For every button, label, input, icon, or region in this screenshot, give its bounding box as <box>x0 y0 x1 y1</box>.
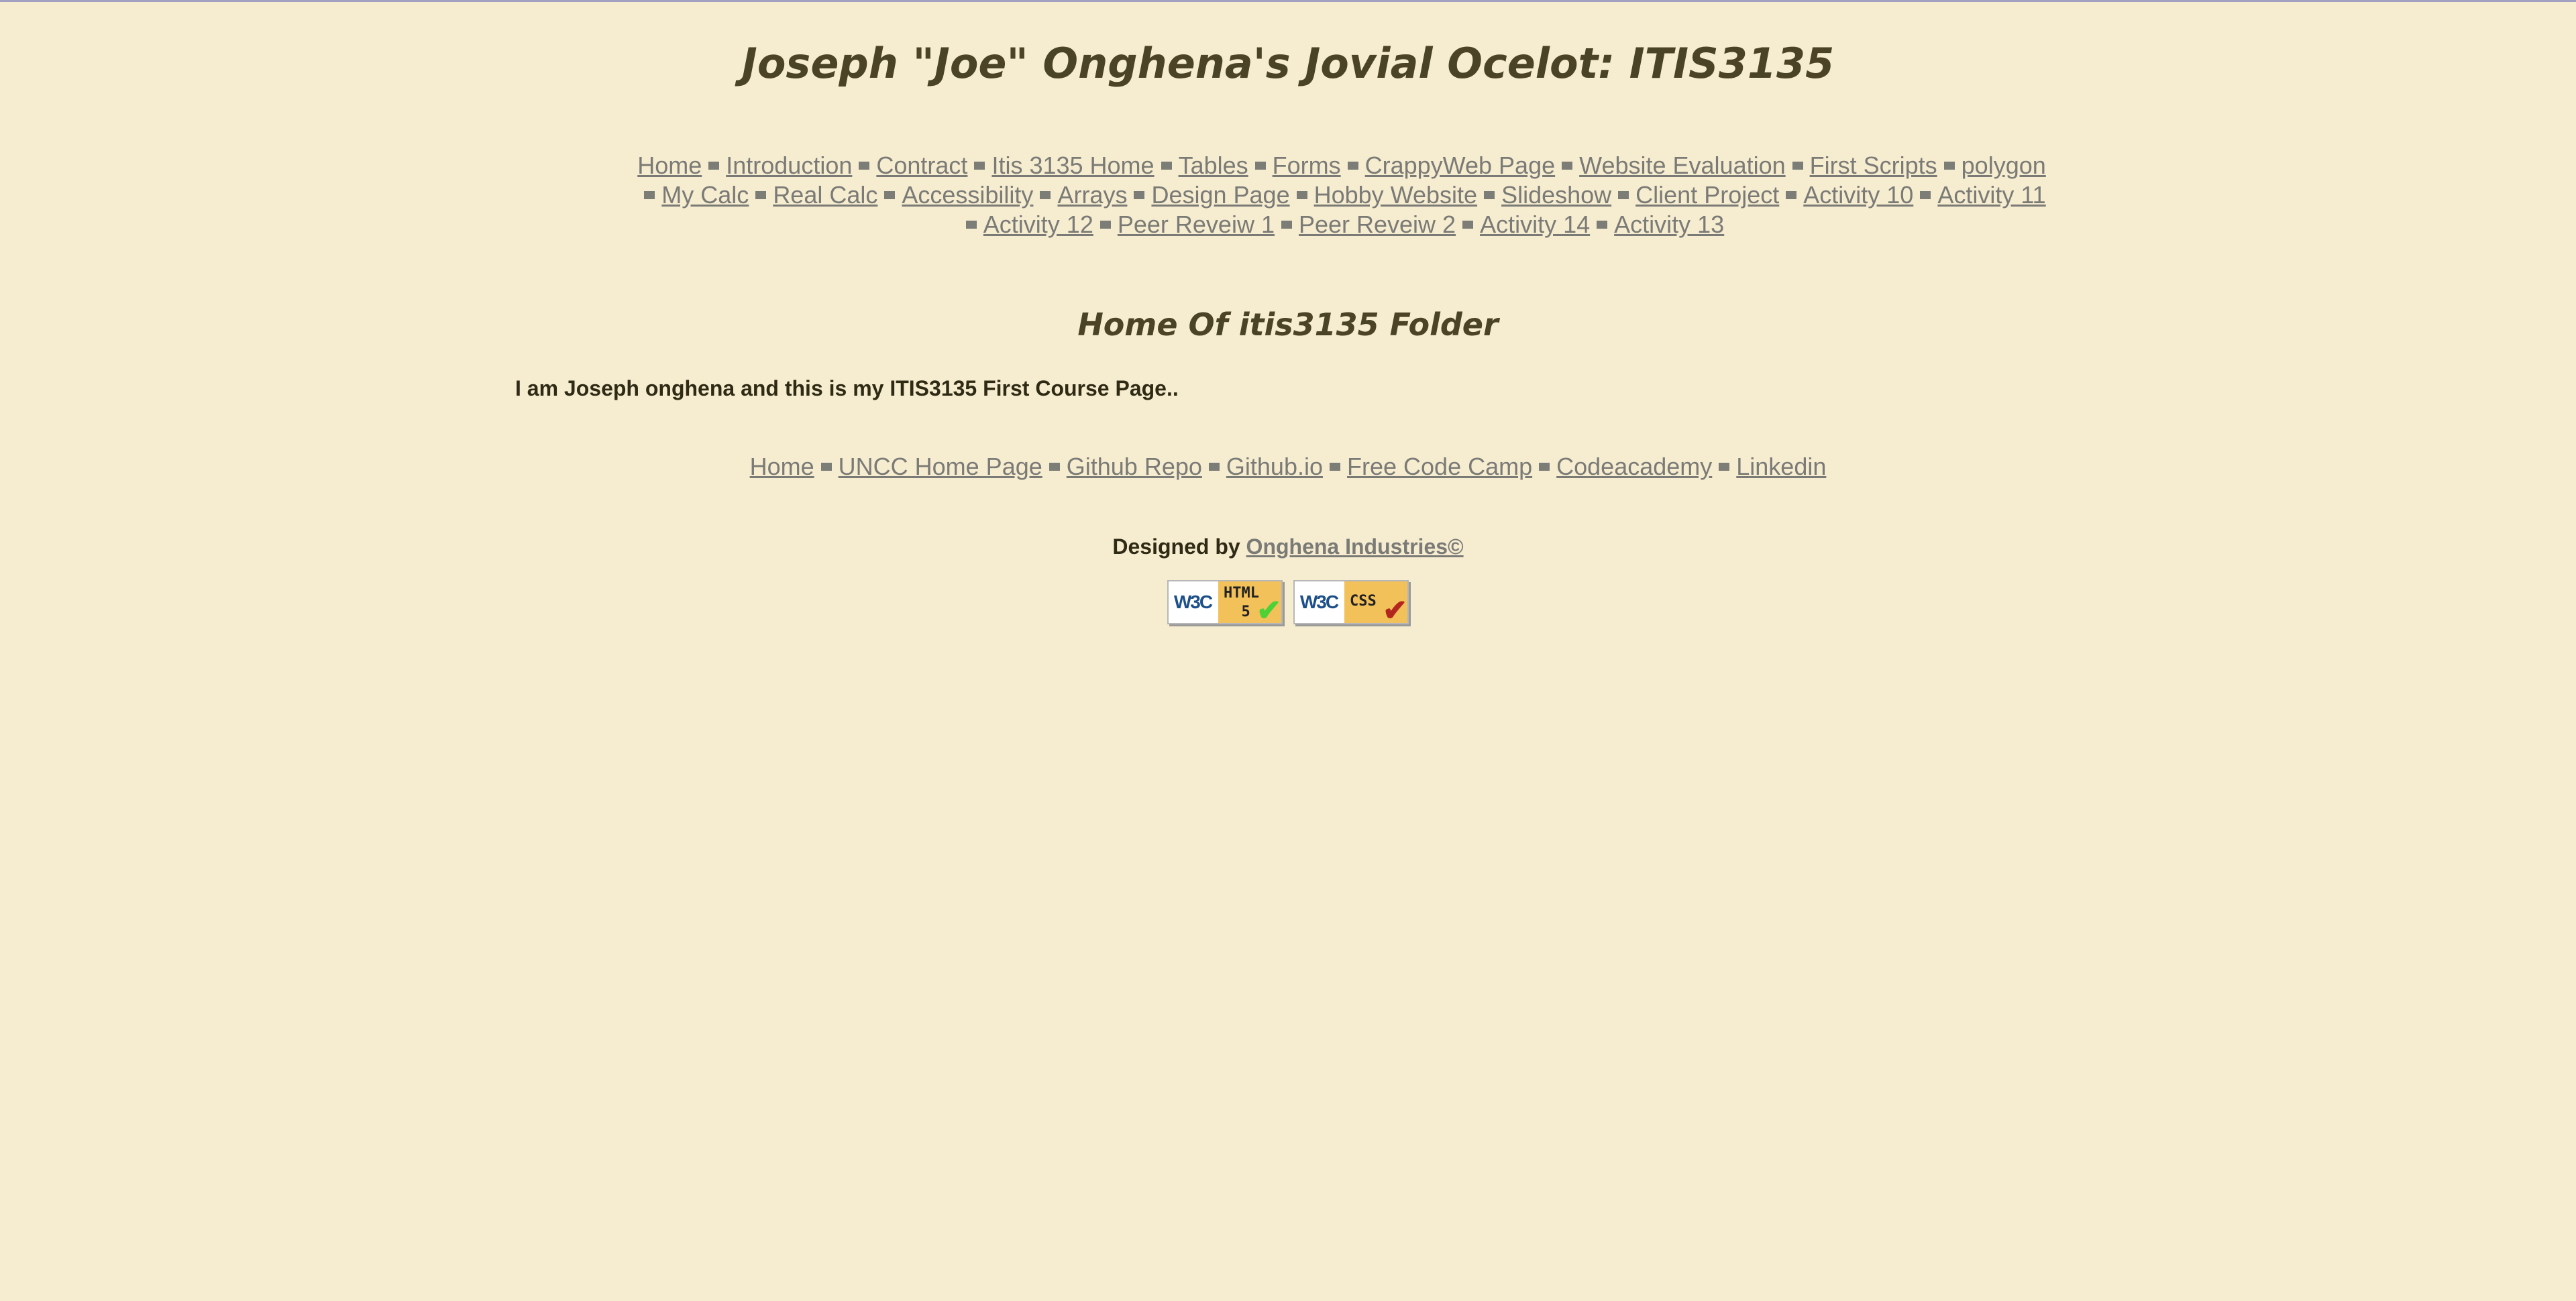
separator-icon <box>1296 191 1307 200</box>
separator-icon <box>965 221 977 229</box>
footer-link-linkedin[interactable]: Linkedin <box>1736 453 1826 480</box>
separator-icon <box>1597 221 1608 229</box>
w3c-logo-icon: W3C <box>1169 581 1217 623</box>
separator-icon <box>1099 221 1111 229</box>
separator-icon <box>1792 162 1803 170</box>
separator-icon <box>1281 221 1292 229</box>
check-icon: ✔ <box>1256 594 1281 624</box>
separator-icon <box>1330 463 1340 471</box>
nav-link-crappyweb-page[interactable]: CrappyWeb Page <box>1365 152 1556 179</box>
separator-icon <box>1943 162 1955 170</box>
separator-icon <box>1049 463 1060 471</box>
nav-link-arrays[interactable]: Arrays <box>1057 181 1127 209</box>
nav-link-introduction[interactable]: Introduction <box>726 152 852 179</box>
nav-link-contract[interactable]: Contract <box>876 152 967 179</box>
nav-link-activity-13[interactable]: Activity 13 <box>1614 211 1724 238</box>
check-icon: ✔ <box>1383 594 1407 624</box>
footer-link-github-io[interactable]: Github.io <box>1226 453 1323 480</box>
nav-link-design-page[interactable]: Design Page <box>1151 181 1289 209</box>
separator-icon <box>1040 191 1051 200</box>
footer-link-free-code-camp[interactable]: Free Code Camp <box>1347 453 1532 480</box>
separator-icon <box>1462 221 1474 229</box>
nav-link-peer-review-2[interactable]: Peer Reveiw 2 <box>1299 211 1456 238</box>
footer-nav: Home UNCC Home Page Github Repo Github.io Fr… <box>0 451 2576 482</box>
separator-icon <box>1618 191 1629 200</box>
nav-link-forms[interactable]: Forms <box>1273 152 1341 179</box>
page-title: Joseph "Joe" Onghena's Jovial Ocelot: IT… <box>741 39 1835 88</box>
css-validator-badge[interactable]: W3C CSS ✔ <box>1293 580 1409 624</box>
separator-icon <box>755 191 767 200</box>
nav-link-real-calc[interactable]: Real Calc <box>773 181 877 209</box>
w3c-logo-icon: W3C <box>1295 581 1343 623</box>
nav-link-client-project[interactable]: Client Project <box>1635 181 1779 209</box>
separator-icon <box>1484 191 1495 200</box>
footer-link-home[interactable]: Home <box>750 453 814 480</box>
nav-link-slideshow[interactable]: Slideshow <box>1501 181 1611 209</box>
nav-link-peer-review-1[interactable]: Peer Reveiw 1 <box>1118 211 1275 238</box>
footer-link-uncc-home-page[interactable]: UNCC Home Page <box>839 453 1042 480</box>
nav-link-home[interactable]: Home <box>637 152 702 179</box>
company-link[interactable]: Onghena Industries© <box>1246 534 1464 559</box>
footer-link-codeacademy[interactable]: Codeacademy <box>1556 453 1712 480</box>
separator-icon <box>1134 191 1145 200</box>
nav-link-activity-10[interactable]: Activity 10 <box>1803 181 1913 209</box>
nav-link-activity-14[interactable]: Activity 14 <box>1480 211 1590 238</box>
separator-icon <box>820 463 832 471</box>
credit-prefix: Designed by <box>1112 534 1240 559</box>
separator-icon <box>1254 162 1266 170</box>
separator-icon <box>1161 162 1172 170</box>
main-nav: Home Introduction Contract Itis 3135 Home Ta… <box>590 151 2093 239</box>
nav-link-tables[interactable]: Tables <box>1179 152 1248 179</box>
nav-link-activity-11[interactable]: Activity 11 <box>1937 181 2045 209</box>
footer-link-github-repo[interactable]: Github Repo <box>1067 453 1202 480</box>
designer-credit: Designed by Onghena Industries© <box>0 532 2576 561</box>
separator-icon <box>1920 191 1931 200</box>
nav-link-itis-3135-home[interactable]: Itis 3135 Home <box>991 152 1154 179</box>
separator-icon <box>859 162 870 170</box>
section-heading: Home Of itis3135 Folder <box>1077 306 1499 343</box>
validation-badges: W3C HTML 5 ✔ W3C CSS ✔ <box>0 580 2576 624</box>
separator-icon <box>1719 463 1730 471</box>
nav-link-activity-12[interactable]: Activity 12 <box>983 211 1093 238</box>
intro-text: I am Joseph onghena and this is my ITIS3… <box>515 376 1179 400</box>
separator-icon <box>1562 162 1573 170</box>
separator-icon <box>708 162 720 170</box>
html5-validator-badge[interactable]: W3C HTML 5 ✔ <box>1167 580 1283 624</box>
separator-icon <box>1208 463 1220 471</box>
nav-link-hobby-website[interactable]: Hobby Website <box>1314 181 1477 209</box>
nav-link-first-scripts[interactable]: First Scripts <box>1810 152 1937 179</box>
separator-icon <box>884 191 896 200</box>
separator-icon <box>1539 463 1550 471</box>
separator-icon <box>1347 162 1358 170</box>
nav-link-my-calc[interactable]: My Calc <box>661 181 749 209</box>
separator-icon <box>974 162 985 170</box>
nav-link-accessibility[interactable]: Accessibility <box>902 181 1033 209</box>
nav-link-polygon[interactable]: polygon <box>1962 152 2046 179</box>
separator-icon <box>1786 191 1797 200</box>
nav-link-website-evaluation[interactable]: Website Evaluation <box>1579 152 1786 179</box>
separator-icon <box>644 191 655 200</box>
